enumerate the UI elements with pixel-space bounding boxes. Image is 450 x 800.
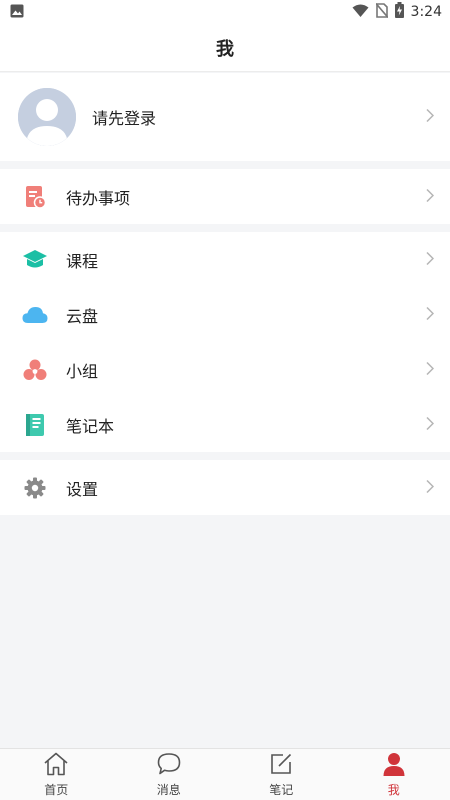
person-icon: [382, 752, 406, 780]
tab-notes[interactable]: 笔记: [225, 749, 338, 800]
chevron-right-icon: [426, 108, 435, 127]
wifi-icon: [352, 3, 369, 22]
menu-label-cloud: 云盘: [66, 306, 99, 326]
tab-label-home: 首页: [44, 782, 69, 797]
menu-item-notebook[interactable]: 笔记本: [0, 397, 450, 452]
tab-label-notes: 笔记: [269, 782, 294, 797]
avatar: [18, 88, 76, 146]
message-icon: [157, 752, 181, 780]
menu-item-settings[interactable]: 设置: [0, 460, 450, 515]
graduation-cap-icon: [22, 247, 48, 273]
login-profile-row[interactable]: 请先登录: [0, 73, 450, 161]
chevron-right-icon: [426, 187, 435, 206]
no-sim-icon: [374, 2, 389, 22]
menu-label-todo: 待办事项: [66, 188, 131, 208]
tab-messages[interactable]: 消息: [113, 749, 226, 800]
cloud-icon: [22, 302, 48, 328]
bottom-tab-bar: 首页 消息 笔记 我: [0, 748, 450, 800]
tab-me[interactable]: 我: [338, 749, 450, 800]
image-notification-icon: [10, 3, 24, 22]
todo-group: 待办事项: [0, 169, 450, 224]
chevron-right-icon: [426, 478, 435, 497]
menu-item-cloud[interactable]: 云盘: [0, 287, 450, 342]
chevron-right-icon: [426, 250, 435, 269]
status-bar: 3:24: [0, 0, 450, 24]
page-title: 我: [216, 38, 234, 60]
menu-label-notebook: 笔记本: [66, 416, 115, 436]
settings-group: 设置: [0, 460, 450, 515]
screen: 3:24 我 请先登录 待办事项 课程 云盘 小组 笔记本 设置 首页 消息 笔…: [0, 0, 450, 800]
home-icon: [43, 752, 69, 780]
menu-item-group[interactable]: 小组: [0, 342, 450, 397]
menu-label-courses: 课程: [66, 251, 99, 271]
menu-item-courses[interactable]: 课程: [0, 232, 450, 287]
app-header: 我: [0, 24, 450, 72]
features-group: 课程 云盘 小组 笔记本: [0, 232, 450, 452]
chevron-right-icon: [426, 305, 435, 324]
notebook-icon: [22, 412, 48, 438]
gear-icon: [22, 475, 48, 501]
group-circles-icon: [22, 357, 48, 383]
tab-home[interactable]: 首页: [0, 749, 113, 800]
tab-label-messages: 消息: [156, 782, 181, 797]
login-prompt: 请先登录: [92, 109, 157, 128]
default-avatar-icon: [18, 88, 76, 146]
battery-charging-icon: [394, 2, 404, 22]
note-edit-icon: [269, 752, 293, 780]
menu-label-group: 小组: [66, 361, 99, 381]
todo-icon: [22, 184, 48, 210]
chevron-right-icon: [426, 360, 435, 379]
tab-label-me: 我: [387, 782, 400, 797]
chevron-right-icon: [426, 415, 435, 434]
status-time: 3:24: [410, 4, 442, 20]
menu-item-todo[interactable]: 待办事项: [0, 169, 450, 224]
menu-label-settings: 设置: [66, 479, 99, 499]
